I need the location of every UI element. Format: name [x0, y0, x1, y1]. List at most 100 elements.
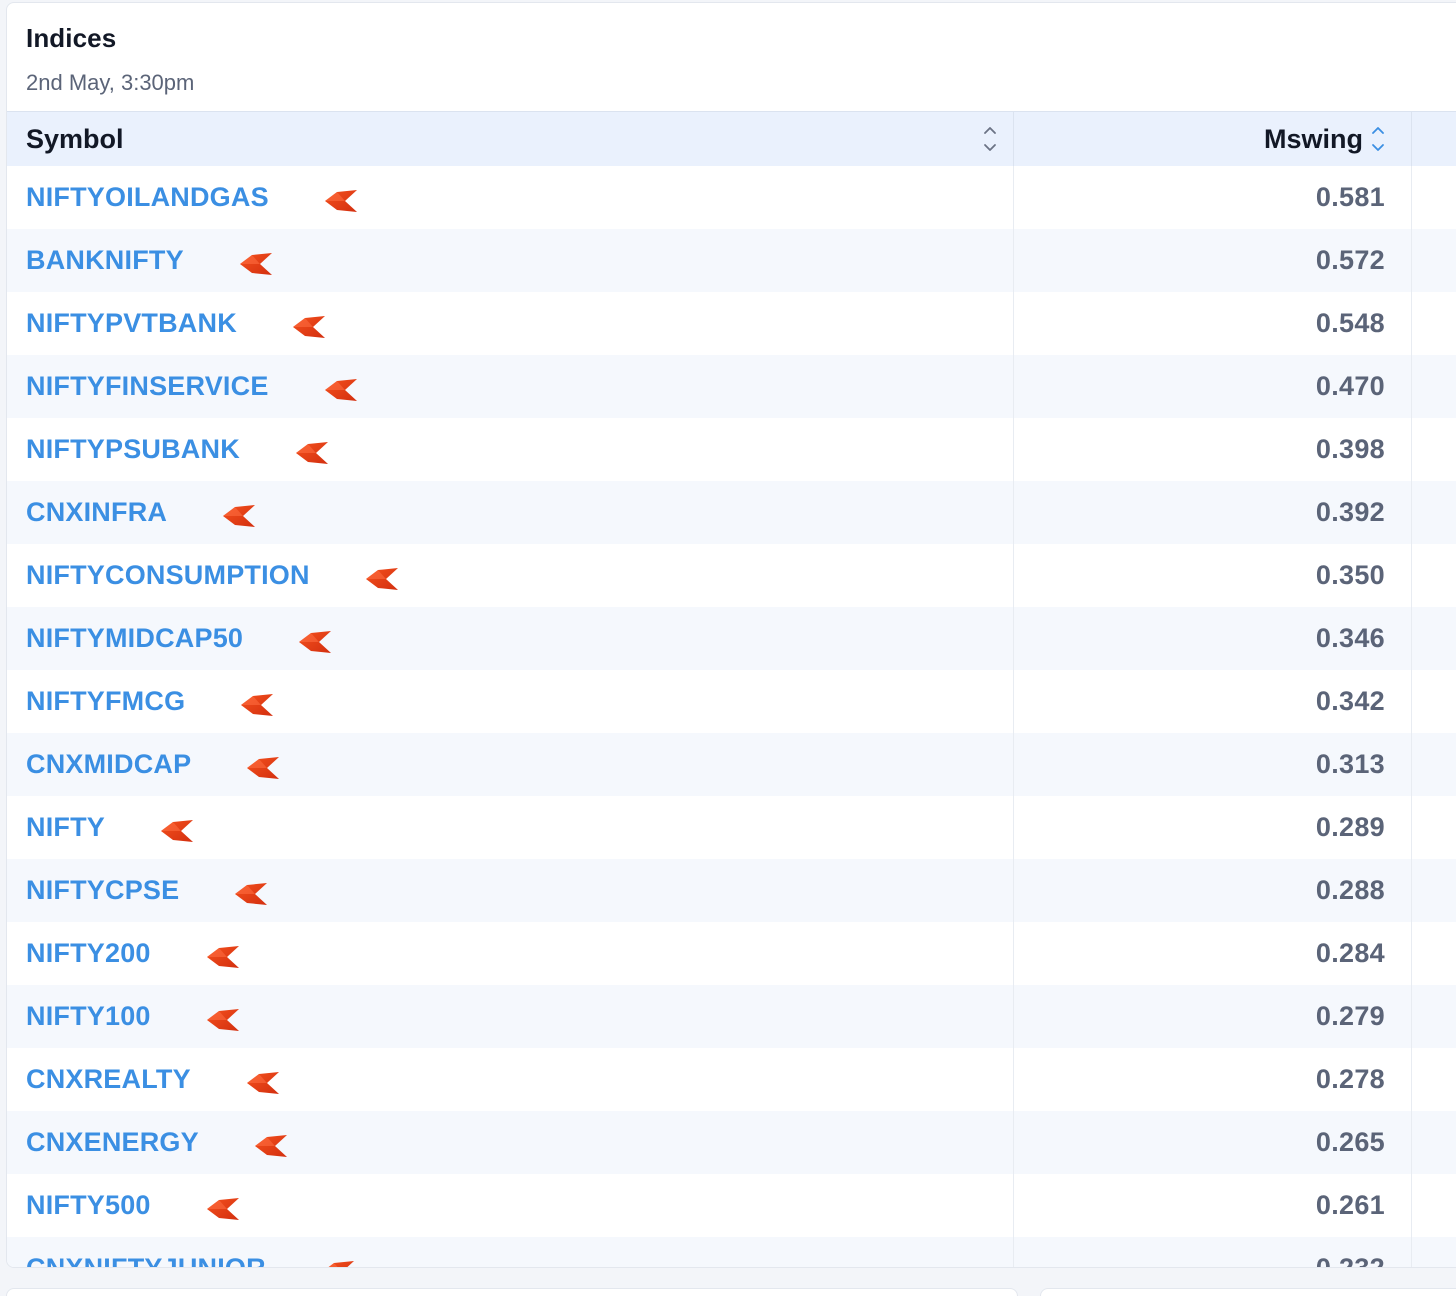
table-row[interactable]: NIFTYPSUBANK 0.398: [7, 418, 1456, 481]
symbol-link[interactable]: CNXENERGY: [26, 1127, 199, 1158]
mswing-value: 0.279: [1315, 1001, 1385, 1031]
mswing-cell: 0.284: [1014, 922, 1412, 985]
symbol-link[interactable]: NIFTYPVTBANK: [26, 308, 237, 339]
table-row[interactable]: NIFTYFINSERVICE 0.470: [7, 355, 1456, 418]
red-chevron-flag-icon: [364, 566, 400, 592]
table-row[interactable]: NIFTY500 0.261: [7, 1174, 1456, 1237]
symbol-link[interactable]: CNXREALTY: [26, 1064, 191, 1095]
mswing-cell: 0.265: [1014, 1111, 1412, 1174]
symbol-link[interactable]: NIFTYFINSERVICE: [26, 371, 269, 402]
column-header-label: Symbol: [26, 123, 124, 154]
mswing-cell: 0.288: [1014, 859, 1412, 922]
red-chevron-flag-icon: [221, 503, 257, 529]
symbol-cell: NIFTYOILANDGAS: [7, 166, 1014, 229]
symbol-cell: CNXMIDCAP: [7, 733, 1014, 796]
table-row[interactable]: NIFTYCONSUMPTION 0.350: [7, 544, 1456, 607]
table-row[interactable]: BANKNIFTY 0.572: [7, 229, 1456, 292]
mswing-cell: 0.289: [1014, 796, 1412, 859]
symbol-link[interactable]: CNXINFRA: [26, 497, 167, 528]
symbol-link[interactable]: NIFTY200: [26, 938, 151, 969]
symbol-cell: BANKNIFTY: [7, 229, 1014, 292]
mswing-value: 0.284: [1315, 938, 1385, 968]
symbol-link[interactable]: CNXNIFTYJUNIOR: [26, 1253, 266, 1267]
red-chevron-flag-icon: [291, 314, 327, 340]
red-chevron-flag-icon: [205, 1196, 241, 1222]
table-row[interactable]: NIFTYMIDCAP50 0.346: [7, 607, 1456, 670]
red-chevron-flag-icon: [297, 629, 333, 655]
sort-icon[interactable]: [983, 124, 997, 154]
red-chevron-flag-icon: [320, 1259, 356, 1267]
mswing-value: 0.581: [1315, 182, 1385, 212]
symbol-link[interactable]: BANKNIFTY: [26, 245, 184, 276]
symbol-cell: NIFTYMIDCAP50: [7, 607, 1014, 670]
table-body: NIFTYOILANDGAS 0.581 BANKNIFTY 0.572 NIFTYPV…: [7, 166, 1456, 1267]
red-chevron-flag-icon: [245, 1070, 281, 1096]
table-row[interactable]: CNXMIDCAP 0.313: [7, 733, 1456, 796]
symbol-cell: CNXNIFTYJUNIOR: [7, 1237, 1014, 1267]
mswing-cell: 0.346: [1014, 607, 1412, 670]
symbol-link[interactable]: NIFTY500: [26, 1190, 151, 1221]
table-row[interactable]: CNXREALTY 0.278: [7, 1048, 1456, 1111]
symbol-link[interactable]: NIFTYPSUBANK: [26, 434, 240, 465]
card-title: Indices: [26, 23, 117, 53]
symbol-cell: CNXREALTY: [7, 1048, 1014, 1111]
red-chevron-flag-icon: [239, 692, 275, 718]
table-row[interactable]: NIFTYPVTBANK 0.548: [7, 292, 1456, 355]
symbol-link[interactable]: NIFTYCONSUMPTION: [26, 560, 310, 591]
mswing-value: 0.289: [1315, 812, 1385, 842]
symbol-link[interactable]: NIFTY100: [26, 1001, 151, 1032]
sort-icon[interactable]: [1371, 124, 1385, 154]
red-chevron-flag-icon: [245, 755, 281, 781]
red-chevron-flag-icon: [294, 440, 330, 466]
mswing-cell: 0.279: [1014, 985, 1412, 1048]
mswing-value: 0.392: [1315, 497, 1385, 527]
mswing-value: 0.548: [1315, 308, 1385, 338]
table-row[interactable]: NIFTYOILANDGAS 0.581: [7, 166, 1456, 229]
table-row[interactable]: CNXNIFTYJUNIOR 0.232: [7, 1237, 1456, 1267]
symbol-link[interactable]: NIFTYCPSE: [26, 875, 179, 906]
mswing-cell: 0.342: [1014, 670, 1412, 733]
symbol-cell: NIFTY: [7, 796, 1014, 859]
red-chevron-flag-icon: [233, 881, 269, 907]
table-row[interactable]: CNXENERGY 0.265: [7, 1111, 1456, 1174]
indices-table: Symbol Mswing NIFTYOILANDGAS 0.581 BANKN…: [7, 111, 1456, 1267]
mswing-value: 0.261: [1315, 1190, 1385, 1220]
mswing-value: 0.398: [1315, 434, 1385, 464]
symbol-link[interactable]: NIFTY: [26, 812, 105, 843]
mswing-value: 0.265: [1315, 1127, 1385, 1157]
mswing-cell: 0.313: [1014, 733, 1412, 796]
card-subtitle: 2nd May, 3:30pm: [26, 70, 195, 95]
mswing-value: 0.346: [1315, 623, 1385, 653]
red-chevron-flag-icon: [323, 377, 359, 403]
symbol-link[interactable]: NIFTYMIDCAP50: [26, 623, 243, 654]
symbol-link[interactable]: NIFTYFMCG: [26, 686, 185, 717]
red-chevron-flag-icon: [238, 251, 274, 277]
table-row[interactable]: CNXINFRA 0.392: [7, 481, 1456, 544]
symbol-link[interactable]: NIFTYOILANDGAS: [26, 182, 269, 213]
symbol-cell: NIFTYCONSUMPTION: [7, 544, 1014, 607]
mswing-cell: 0.278: [1014, 1048, 1412, 1111]
next-card: [1040, 1288, 1456, 1296]
mswing-cell: 0.470: [1014, 355, 1412, 418]
table-header: Symbol Mswing: [7, 111, 1456, 166]
table-row[interactable]: NIFTY100 0.279: [7, 985, 1456, 1048]
mswing-cell: 0.350: [1014, 544, 1412, 607]
red-chevron-flag-icon: [253, 1133, 289, 1159]
column-header-mswing[interactable]: Mswing: [1014, 112, 1412, 166]
symbol-cell: NIFTYPVTBANK: [7, 292, 1014, 355]
red-chevron-flag-icon: [159, 818, 195, 844]
red-chevron-flag-icon: [323, 188, 359, 214]
column-header-symbol[interactable]: Symbol: [7, 112, 1014, 166]
card-header: Indices 2nd May, 3:30pm: [7, 3, 1456, 111]
symbol-link[interactable]: CNXMIDCAP: [26, 749, 191, 780]
table-row[interactable]: NIFTYFMCG 0.342: [7, 670, 1456, 733]
mswing-cell: 0.548: [1014, 292, 1412, 355]
symbol-cell: NIFTY200: [7, 922, 1014, 985]
mswing-cell: 0.261: [1014, 1174, 1412, 1237]
table-row[interactable]: NIFTY200 0.284: [7, 922, 1456, 985]
table-row[interactable]: NIFTYCPSE 0.288: [7, 859, 1456, 922]
table-row[interactable]: NIFTY 0.289: [7, 796, 1456, 859]
symbol-cell: CNXINFRA: [7, 481, 1014, 544]
mswing-value: 0.342: [1315, 686, 1385, 716]
mswing-value: 0.572: [1315, 245, 1385, 275]
